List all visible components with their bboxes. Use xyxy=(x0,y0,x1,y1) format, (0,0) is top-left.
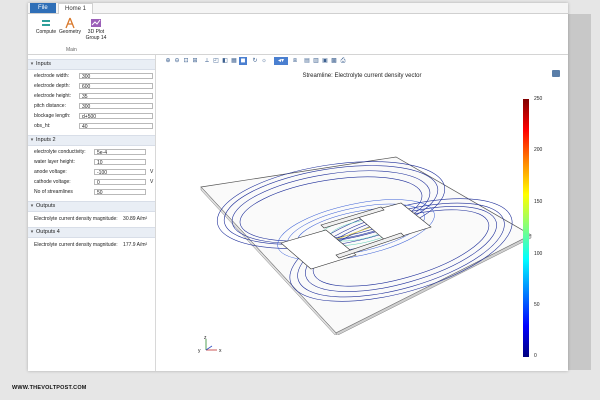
axis-triad: z y x xyxy=(198,336,222,354)
chevron-down-icon: ▾ xyxy=(30,203,34,209)
streamlines-count-field[interactable]: 50 xyxy=(94,189,146,196)
ribbon: Compute Geometry 3D Plot Group 14 Main xyxy=(28,14,568,55)
output-label: Electrolyte current density magnitude: xyxy=(34,242,118,248)
colorbar-tick: 200 xyxy=(534,147,543,153)
colorbar-tick: 150 xyxy=(534,199,543,205)
electrode-depth-field[interactable]: 600 xyxy=(79,83,153,90)
chevron-down-icon: ▾ xyxy=(30,137,34,143)
inputs2-section-header[interactable]: ▾ Inputs 2 xyxy=(28,135,155,146)
background-page-edge xyxy=(565,14,591,370)
zoom-in-icon[interactable]: ⊕ xyxy=(164,57,172,65)
geometry-icon xyxy=(65,17,75,29)
transparency-icon[interactable]: ◧ xyxy=(221,57,229,65)
inputs2-section-title: Inputs 2 xyxy=(36,137,56,143)
outputs-section-title: Outputs xyxy=(36,203,56,209)
field-label: electrode depth: xyxy=(34,83,70,89)
ribbon-group-label: Main xyxy=(66,47,77,53)
graphics-toolbar: ⊕ ⊖ ⊡ ⊞ ⟂ ◰ ◧ ▦ ◼ ↻ ☼ ◂▾ ⧈ ▤ ▥ ▣ ▩ ⎙ xyxy=(156,55,568,67)
compute-button[interactable]: Compute xyxy=(34,17,58,36)
plot-title: Streamline: Electrolyte current density … xyxy=(302,73,422,79)
output-value: 30.89 A/m² xyxy=(123,216,148,222)
app-window: File Home 1 Compute Geometry 3D Plot Gro… xyxy=(28,3,568,371)
settings-panel: ▾ Inputs electrode width: 300 electrode d… xyxy=(28,55,156,371)
scene-light-icon[interactable]: ☼ xyxy=(260,57,268,65)
colorbar-tick: 250 xyxy=(534,96,543,102)
go-to-view-icon[interactable]: ◂▾ xyxy=(274,57,288,65)
zoom-out-icon[interactable]: ⊖ xyxy=(173,57,181,65)
footer-watermark[interactable]: WWW.THEVOLTPOST.COM xyxy=(12,385,87,391)
outputs4-section-header[interactable]: ▾ Outputs 4 xyxy=(28,227,155,238)
compute-icon xyxy=(42,20,50,26)
plot-group-label-2: Group 14 xyxy=(85,34,107,41)
electrolyte-conductivity-field[interactable]: 5e-4 xyxy=(94,149,146,156)
output-label: Electrolyte current density magnitude: xyxy=(34,216,118,222)
field-label: anode voltage: xyxy=(34,169,67,175)
field-label: electrode height: xyxy=(34,93,71,99)
inputs-section-header[interactable]: ▾ Inputs xyxy=(28,59,155,70)
field-label: pitch distance: xyxy=(34,103,66,109)
reset-view-icon[interactable]: ↻ xyxy=(251,57,259,65)
pitch-distance-field[interactable]: 300 xyxy=(79,103,153,110)
color-legend-bar xyxy=(523,99,529,357)
compute-label: Compute xyxy=(35,29,57,35)
plot-group-button[interactable]: 3D Plot Group 14 xyxy=(83,17,109,41)
legend-icon[interactable]: ▥ xyxy=(312,57,320,65)
colorbar-tick: 50 xyxy=(534,302,540,308)
colorbar-tick: 0 xyxy=(534,353,537,359)
output-row: Electrolyte current density magnitude: 1… xyxy=(34,242,147,248)
streamline-plot xyxy=(200,156,532,335)
geometry-button[interactable]: Geometry xyxy=(58,17,82,36)
grid-icon[interactable]: ▤ xyxy=(303,57,311,65)
camera-settings-icon[interactable]: ⧈ xyxy=(291,57,299,65)
electrode-width-field[interactable]: 300 xyxy=(79,73,153,80)
field-label: water layer height: xyxy=(34,159,75,165)
axis-x-label: x xyxy=(219,348,222,354)
zoom-extents-icon[interactable]: ⊞ xyxy=(191,57,199,65)
water-layer-height-field[interactable]: 10 xyxy=(94,159,146,166)
axis-z-label: z xyxy=(204,336,207,341)
electrode-height-field[interactable]: 35 xyxy=(79,93,153,100)
file-tab[interactable]: File xyxy=(30,3,56,13)
home-tab[interactable]: Home 1 xyxy=(58,3,94,14)
outputs-section-header[interactable]: ▾ Outputs xyxy=(28,201,155,212)
unit-label: V xyxy=(150,179,154,185)
select-all-icon[interactable]: ▣ xyxy=(321,57,329,65)
obs-ht-field[interactable]: 40 xyxy=(79,123,153,130)
anode-voltage-field[interactable]: -100 xyxy=(94,169,146,176)
axis-y-label: y xyxy=(198,348,201,354)
inputs-section-title: Inputs xyxy=(36,61,51,67)
print-icon[interactable]: ⎙ xyxy=(339,57,347,65)
camera-icon[interactable] xyxy=(552,70,560,77)
colorbar-tick: 100 xyxy=(534,251,543,257)
field-label: electrode width: xyxy=(34,73,70,79)
render-mode-icon[interactable]: ◼ xyxy=(239,57,247,65)
output-value: 177.9 A/m² xyxy=(123,242,148,248)
axis-view-icon[interactable]: ⟂ xyxy=(203,57,211,65)
view-select-icon[interactable]: ◰ xyxy=(212,57,220,65)
chevron-down-icon: ▾ xyxy=(30,229,34,235)
field-label: cathode voltage: xyxy=(34,179,71,185)
geometry-label: Geometry xyxy=(59,29,81,35)
outputs4-section-title: Outputs 4 xyxy=(36,229,60,235)
field-label: obs_ht: xyxy=(34,123,51,129)
wireframe-icon[interactable]: ▦ xyxy=(230,57,238,65)
output-row: Electrolyte current density magnitude: 3… xyxy=(34,216,147,222)
zoom-box-icon[interactable]: ⊡ xyxy=(182,57,190,65)
field-label: No of streamlines xyxy=(34,189,73,195)
ribbon-tabs: File Home 1 xyxy=(28,3,568,14)
field-label: blockage length: xyxy=(34,113,71,119)
blockage-length-field[interactable]: d+500 xyxy=(79,113,153,120)
field-label: electrolyte conductivity: xyxy=(34,149,86,155)
image-snapshot-icon[interactable]: ▩ xyxy=(330,57,338,65)
cathode-voltage-field[interactable]: 0 xyxy=(94,179,146,186)
graphics-window[interactable]: ⊕ ⊖ ⊡ ⊞ ⟂ ◰ ◧ ▦ ◼ ↻ ☼ ◂▾ ⧈ ▤ ▥ ▣ ▩ ⎙ Str… xyxy=(156,55,568,371)
unit-label: V xyxy=(150,169,154,175)
plot-group-icon xyxy=(91,19,101,27)
chevron-down-icon: ▾ xyxy=(30,61,34,67)
